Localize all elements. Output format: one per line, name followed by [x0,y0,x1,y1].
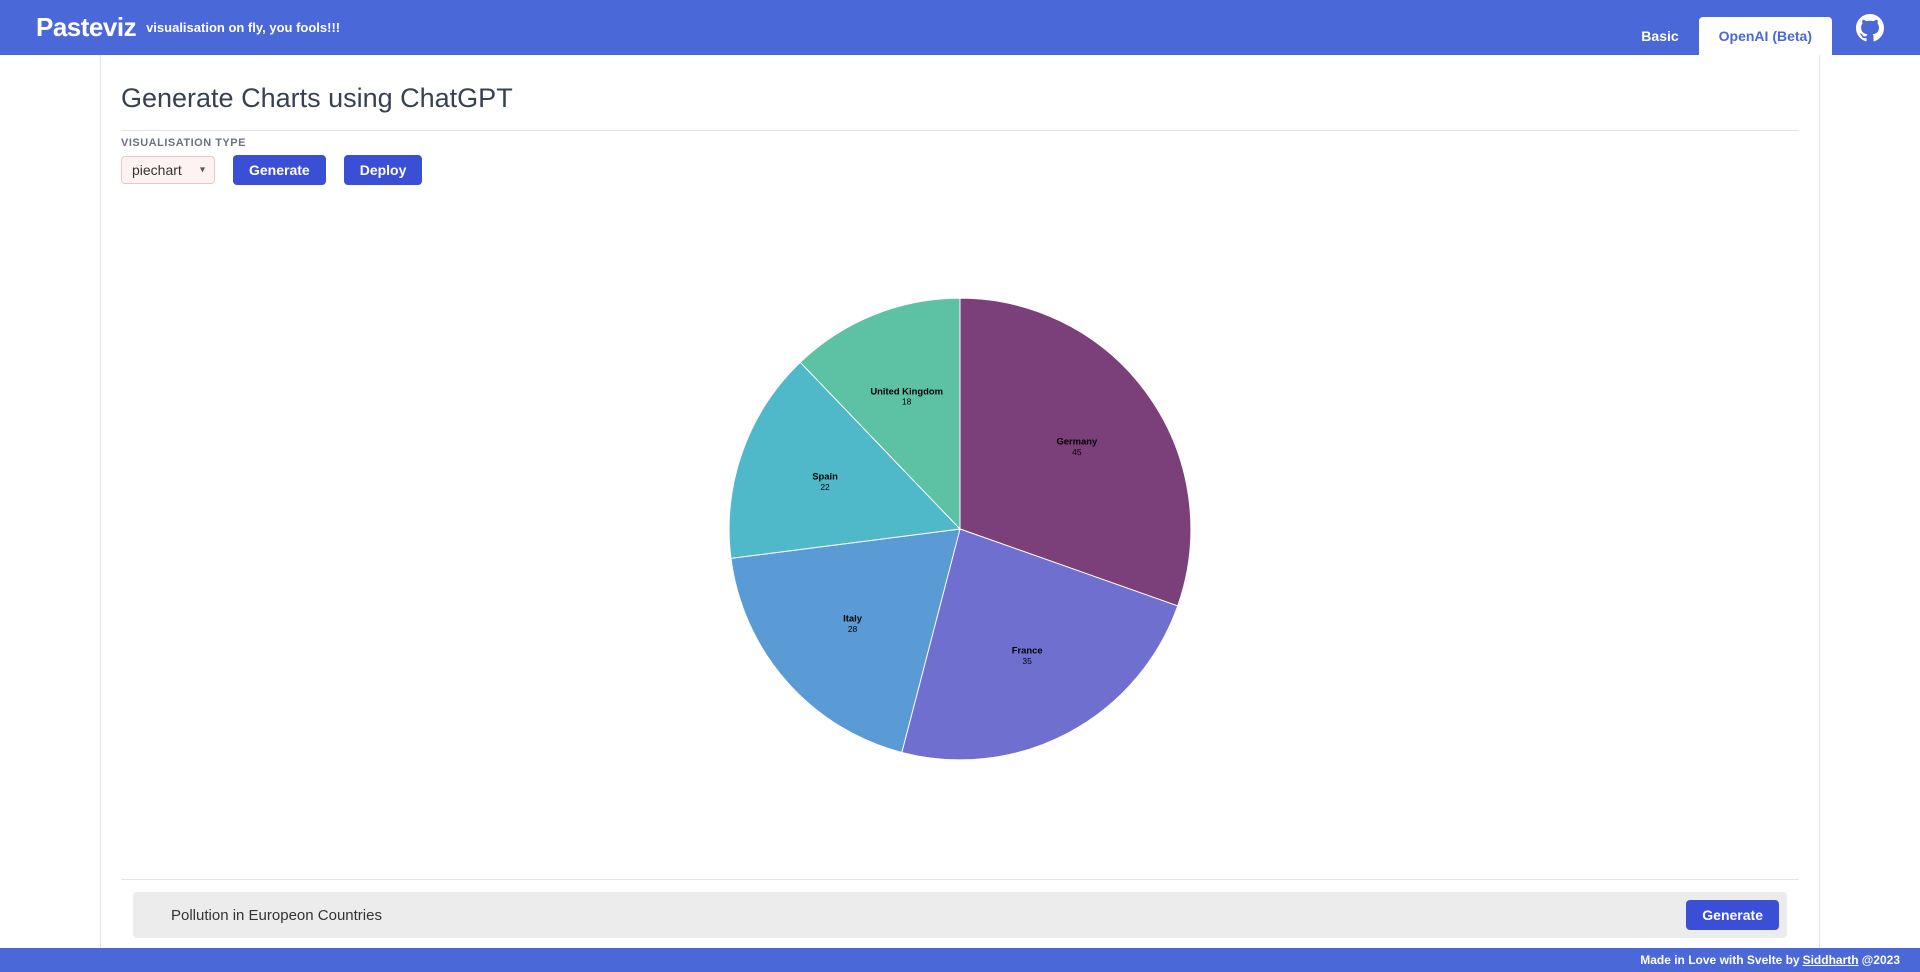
deploy-button[interactable]: Deploy [344,155,423,185]
vis-type-label: VISUALISATION TYPE [121,137,1799,149]
slice-value: 45 [1072,447,1082,457]
brand-tagline: visualisation on fly, you fools!!! [146,20,340,35]
page-title: Generate Charts using ChatGPT [121,83,1799,114]
vis-type-select[interactable]: piechart [121,156,215,184]
slice-label: France [1012,645,1043,656]
footer: Made in Love with Svelte by Siddharth @2… [0,948,1920,972]
slice-label: Italy [843,613,863,624]
controls-block: VISUALISATION TYPE piechart ▾ Generate D… [121,130,1799,185]
slice-value: 22 [820,482,830,492]
prompt-generate-button[interactable]: Generate [1686,900,1779,930]
tab-basic[interactable]: Basic [1621,17,1698,55]
nav-right: Basic OpenAI (Beta) [1621,0,1884,55]
slice-value: 18 [902,397,912,407]
slice-value: 28 [848,624,858,634]
tab-openai[interactable]: OpenAI (Beta) [1699,17,1832,55]
footer-author-link[interactable]: Siddharth [1803,953,1859,967]
divider [121,879,1799,880]
slice-label: Germany [1056,435,1098,446]
pie-chart: Germany45 France35 Italy28 Spain22 United Ki… [715,284,1205,774]
prompt-input[interactable] [171,907,1672,924]
slice-value: 35 [1022,656,1032,666]
brand-logo[interactable]: Pasteviz [36,12,136,43]
slice-label: Spain [812,470,838,481]
footer-suffix: @2023 [1862,953,1900,967]
github-icon[interactable] [1856,14,1884,42]
chart-area: Germany45 France35 Italy28 Spain22 United Ki… [121,185,1799,873]
footer-prefix: Made in Love with Svelte by [1640,953,1799,967]
generate-button[interactable]: Generate [233,155,326,185]
page-content: Generate Charts using ChatGPT VISUALISAT… [100,55,1820,948]
controls-row: piechart ▾ Generate Deploy [121,155,1799,185]
navbar: Pasteviz visualisation on fly, you fools… [0,0,1920,55]
prompt-row: Generate [133,892,1787,938]
slice-label: United Kingdom [870,385,943,396]
